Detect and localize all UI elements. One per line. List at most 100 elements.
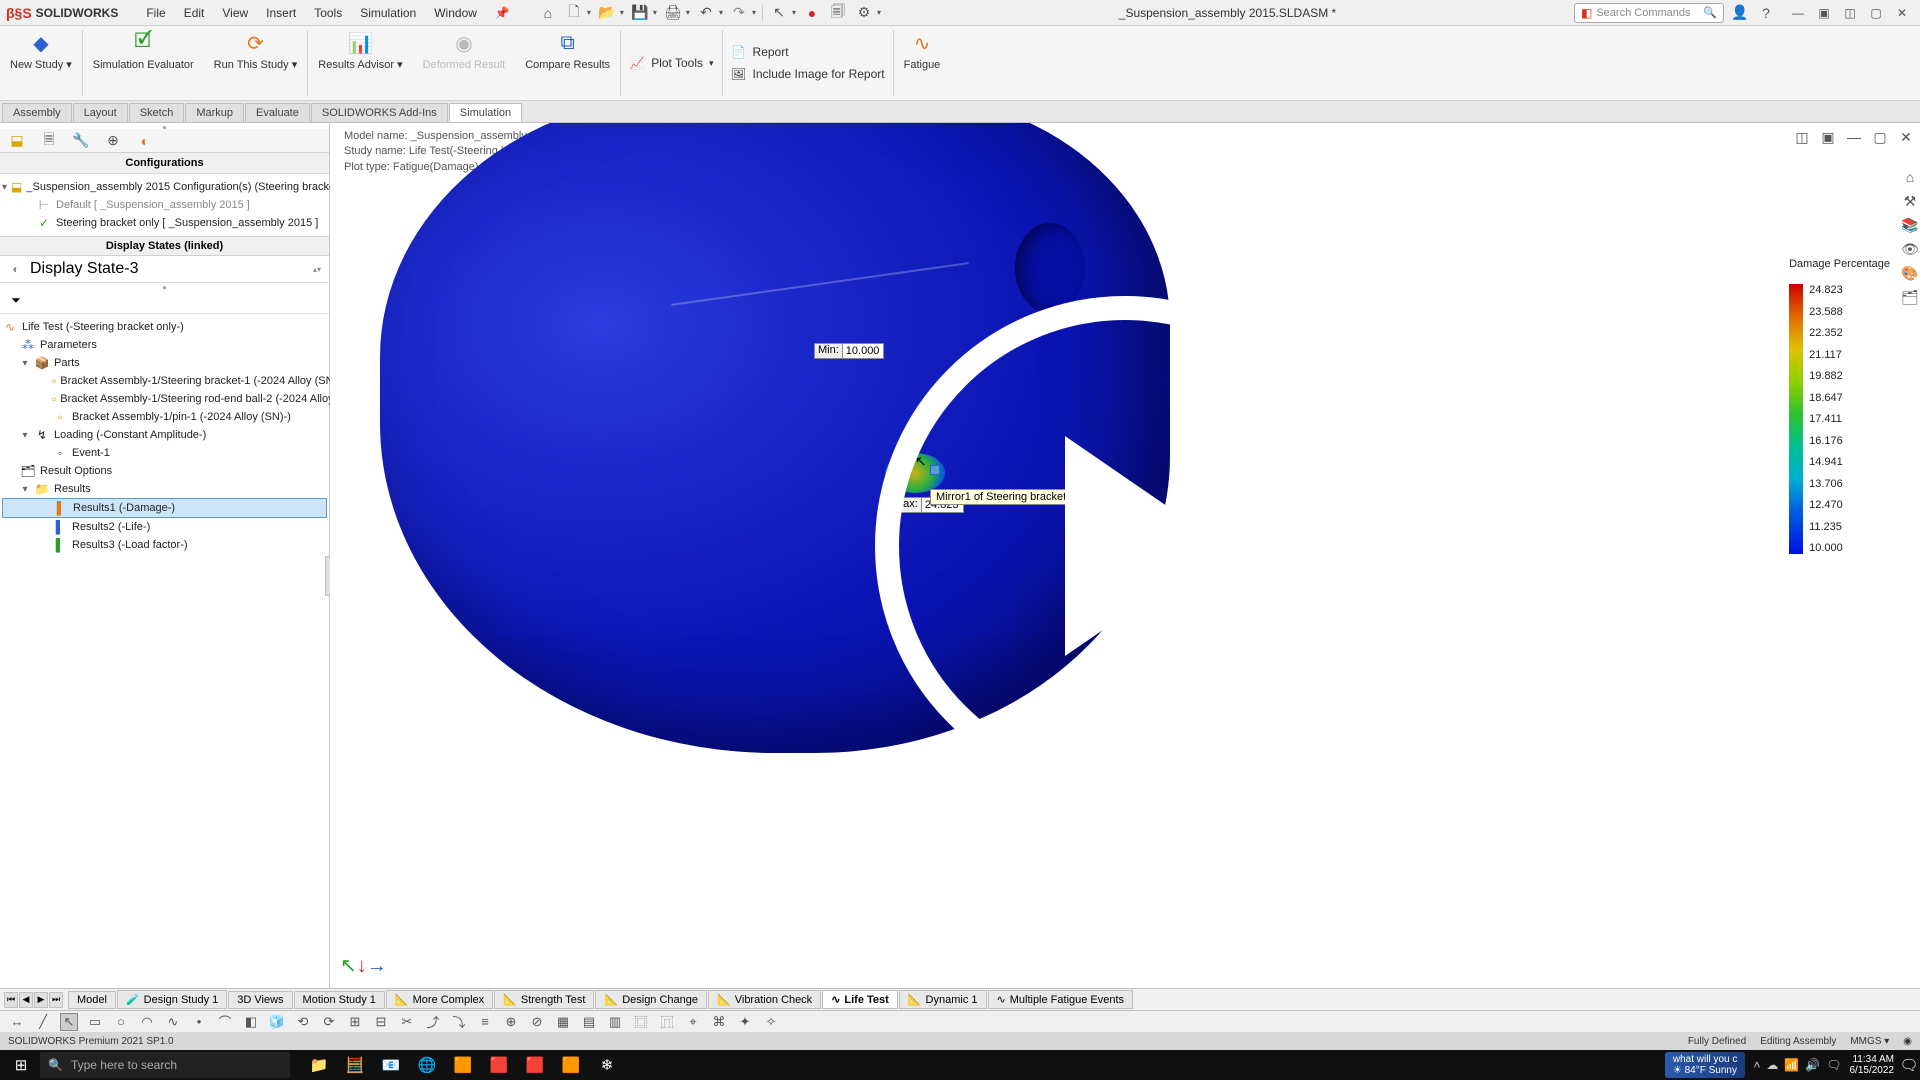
study-tab-strength[interactable]: 📐Strength Test [494,990,594,1009]
menu-pin-icon[interactable]: 📌 [487,4,518,22]
sk-t15-icon[interactable]: ⿵ [658,1013,676,1031]
sim-evaluator-button[interactable]: 🗹 Simulation Evaluator [83,26,204,100]
tray-chevron-icon[interactable]: ˄ [1753,1058,1760,1072]
sk-t9-icon[interactable]: ⊕ [502,1013,520,1031]
new-icon[interactable]: 🗋 [564,3,584,23]
sk-t19-icon[interactable]: ✧ [762,1013,780,1031]
sk-t11-icon[interactable]: ▦ [554,1013,572,1031]
report-button[interactable]: 📄Report [731,44,885,60]
vp-max-icon[interactable]: ▢ [1870,127,1890,147]
results-advisor-button[interactable]: 📊 Results Advisor ▾ [308,26,412,100]
display-tab-icon[interactable]: ◐ [136,132,154,150]
sk-t3-icon[interactable]: ⊞ [346,1013,364,1031]
study-root[interactable]: ∿Life Test (-Steering bracket only-) [2,318,327,336]
study-first-icon[interactable]: ⏮ [4,992,18,1008]
compare-results-button[interactable]: ⧉ Compare Results [515,26,620,100]
tray-wifi-icon[interactable]: 📶 [1784,1058,1799,1072]
redo-icon[interactable]: ↷ [729,3,749,23]
sk-rect-icon[interactable]: ▭ [86,1013,104,1031]
close-icon[interactable]: ✕ [1890,3,1914,23]
tab-assembly[interactable]: Assembly [2,103,72,122]
study-tab-dynamic[interactable]: 📐Dynamic 1 [899,990,987,1009]
save-icon[interactable]: 💾 [630,3,650,23]
search-input[interactable]: ◧ Search Commands 🔍 [1574,3,1724,23]
sk-t6-icon[interactable]: ⤴ [424,1013,442,1031]
include-image-button[interactable]: 🖼Include Image for Report [731,66,885,82]
sk-t10-icon[interactable]: ⊘ [528,1013,546,1031]
result-options-node[interactable]: 🗂Result Options [2,462,327,480]
menu-insert[interactable]: Insert [258,4,304,22]
new-study-button[interactable]: ◆ New Study ▾ [0,26,82,100]
select-icon[interactable]: ↖ [769,3,789,23]
sk-spline-icon[interactable]: ∿ [164,1013,182,1031]
fatigue-button[interactable]: ∿ Fatigue [894,26,951,100]
study-tab-3dviews[interactable]: 3D Views [228,991,292,1009]
tab-evaluate[interactable]: Evaluate [245,103,310,122]
vp-close-icon[interactable]: ✕ [1896,127,1916,147]
part-1[interactable]: ▫Bracket Assembly-1/Steering bracket-1 (… [2,372,327,390]
tb-office-icon[interactable]: 🟥 [482,1051,516,1079]
menu-file[interactable]: File [138,4,173,22]
taskbar-search[interactable]: 🔍 Type here to search [40,1052,290,1078]
parts-node[interactable]: ▾📦Parts [2,354,327,372]
tb-misc-icon[interactable]: ❄ [590,1051,624,1079]
menu-tools[interactable]: Tools [306,4,350,22]
tb-snagit-icon[interactable]: 🟧 [446,1051,480,1079]
sk-t5-icon[interactable]: ✂ [398,1013,416,1031]
sk-arc-icon[interactable]: ◠ [138,1013,156,1031]
taskpane-view-icon[interactable]: 👁 [1900,239,1920,259]
feature-tree-tab-icon[interactable]: ⬓ [8,132,26,150]
vp-link-icon[interactable]: ◫ [1792,127,1812,147]
part-2[interactable]: ▫Bracket Assembly-1/Steering rod-end bal… [2,390,327,408]
tb-notifications-icon[interactable]: 🗨 [1902,1051,1916,1079]
sk-line-icon[interactable]: ╱ [34,1013,52,1031]
study-tab-vibration[interactable]: 📐Vibration Check [708,990,821,1009]
taskpane-home-icon[interactable]: ⌂ [1900,167,1920,187]
study-tab-designchange[interactable]: 📐Design Change [595,990,707,1009]
result-life[interactable]: ▌Results2 (-Life-) [2,518,327,536]
plot-tools-button[interactable]: 📈Plot Tools ▾ [629,55,713,71]
part-3[interactable]: ▫Bracket Assembly-1/pin-1 (-2024 Alloy (… [2,408,327,426]
event-node[interactable]: ◦Event-1 [2,444,327,462]
print-icon[interactable]: 🖨 [663,3,683,23]
study-tab-lifetest[interactable]: ∿Life Test [822,990,898,1009]
study-next-icon[interactable]: ▶ [34,992,48,1008]
study-tab-designstudy[interactable]: 🧪Design Study 1 [117,990,227,1009]
sk-t2-icon[interactable]: ⟳ [320,1013,338,1031]
parameters-node[interactable]: ⁂Parameters [2,336,327,354]
study-tab-morecomplex[interactable]: 📐More Complex [386,990,493,1009]
sk-select-icon[interactable]: ↖ [60,1013,78,1031]
selection-handle[interactable] [930,465,940,475]
filter-icon[interactable]: ⏷ [8,293,24,309]
tray-battery-icon[interactable]: 🗨 [1826,1058,1841,1072]
help-icon[interactable]: ? [1756,3,1776,23]
start-icon[interactable]: ⊞ [4,1051,38,1079]
sk-t12-icon[interactable]: ▤ [580,1013,598,1031]
config-root[interactable]: ▾⬓ _Suspension_assembly 2015 Configurati… [2,178,327,196]
home-icon[interactable]: ⌂ [538,3,558,23]
run-study-button[interactable]: ⟳ Run This Study ▾ [204,26,308,100]
sk-point-icon[interactable]: • [190,1013,208,1031]
settings-icon[interactable]: ⚙ [854,3,874,23]
menu-simulation[interactable]: Simulation [352,4,424,22]
tb-outlook-icon[interactable]: 📧 [374,1051,408,1079]
tray-cloud-icon[interactable]: ☁ [1766,1058,1778,1072]
config-tab-icon[interactable]: 🔧 [72,132,90,150]
sk-box-icon[interactable]: 🧊 [268,1013,286,1031]
status-units[interactable]: MMGS ▾ [1850,1036,1889,1047]
system-tray[interactable]: ˄ ☁ 📶 🔊 🗨 [1753,1058,1841,1072]
sk-t8-icon[interactable]: ≡ [476,1013,494,1031]
rebuild-icon[interactable]: ● [802,3,822,23]
sk-circle-icon[interactable]: ○ [112,1013,130,1031]
menu-window[interactable]: Window [426,4,485,22]
tb-ppt-icon[interactable]: 🟧 [554,1051,588,1079]
menu-edit[interactable]: Edit [176,4,213,22]
taskbar-clock[interactable]: 11:34 AM 6/15/2022 [1850,1054,1895,1076]
restore2-icon[interactable]: ◫ [1838,3,1862,23]
tb-solidworks-icon[interactable]: 🟥 [518,1051,552,1079]
sk-smartdim-icon[interactable]: ↔ [8,1013,26,1031]
study-prev-icon[interactable]: ◀ [19,992,33,1008]
graphics-viewport[interactable]: Model name: _Suspension_assembly 2015 St… [330,123,1920,988]
config-steering[interactable]: ✓Steering bracket only [ _Suspension_ass… [2,214,327,232]
loading-node[interactable]: ▾↯Loading (-Constant Amplitude-) [2,426,327,444]
